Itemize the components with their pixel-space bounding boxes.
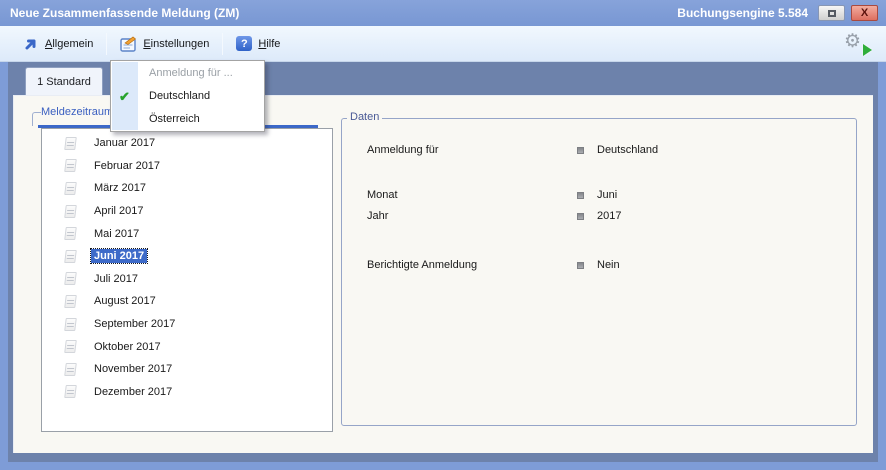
- allgemein-label: Allgemein: [45, 38, 93, 50]
- document-icon: [64, 318, 77, 331]
- settings-form-pencil-icon: [120, 36, 137, 52]
- toolbar-separator: [222, 33, 223, 55]
- toolbar: Allgemein Einstellungen ? Hilfe: [0, 26, 886, 62]
- groupbox-corner: [32, 112, 41, 126]
- document-icon: [64, 272, 77, 285]
- bullet-square-icon: [577, 192, 584, 199]
- list-item[interactable]: Mai 2017: [42, 222, 332, 245]
- document-icon: [64, 363, 77, 376]
- hilfe-button[interactable]: ? Hilfe: [227, 32, 289, 55]
- daten-groupbox: Daten Anmeldung für Deutschland Monat Ju…: [341, 118, 857, 426]
- document-icon: [64, 137, 77, 150]
- list-item[interactable]: März 2017: [42, 177, 332, 200]
- list-item[interactable]: Dezember 2017: [42, 381, 332, 404]
- list-item[interactable]: September 2017: [42, 313, 332, 336]
- list-item[interactable]: August 2017: [42, 290, 332, 313]
- list-item[interactable]: April 2017: [42, 200, 332, 223]
- restore-icon: [828, 10, 836, 17]
- einstellungen-button[interactable]: Einstellungen: [111, 32, 218, 56]
- document-icon: [64, 227, 77, 240]
- close-window-button[interactable]: X: [851, 5, 878, 21]
- einstellungen-dropdown-menu: Anmeldung für ... ✔ Deutschland Österrei…: [110, 60, 265, 132]
- document-icon: [64, 182, 77, 195]
- app-window: Neue Zusammenfassende Meldung (ZM) Buchu…: [0, 0, 886, 470]
- document-icon: [64, 250, 77, 263]
- list-item[interactable]: Februar 2017: [42, 155, 332, 178]
- close-icon: X: [861, 8, 868, 19]
- question-mark-icon: ?: [236, 36, 252, 51]
- tab-standard[interactable]: 1 Standard: [25, 67, 103, 95]
- title-bar: Neue Zusammenfassende Meldung (ZM) Buchu…: [0, 0, 886, 26]
- hilfe-label: Hilfe: [258, 38, 280, 50]
- document-icon: [64, 295, 77, 308]
- arrow-up-right-icon: [23, 36, 39, 52]
- run-gear-icon: ⚙: [844, 30, 861, 53]
- run-engine-button[interactable]: ⚙: [844, 30, 870, 56]
- field-jahr: Jahr 2017: [342, 209, 856, 225]
- meldezeitraum-title: Meldezeitraum: [41, 106, 113, 118]
- tab-label: 1 Standard: [37, 76, 91, 88]
- field-anmeldung-fuer: Anmeldung für Deutschland: [342, 143, 856, 159]
- list-item[interactable]: November 2017: [42, 358, 332, 381]
- field-berichtigte-anmeldung: Berichtigte Anmeldung Nein: [342, 258, 856, 274]
- document-icon: [64, 340, 77, 353]
- einstellungen-label: Einstellungen: [143, 38, 209, 50]
- list-item[interactable]: Januar 2017: [42, 132, 332, 155]
- list-item[interactable]: Juli 2017: [42, 268, 332, 291]
- toolbar-separator: [106, 33, 107, 55]
- bullet-square-icon: [577, 147, 584, 154]
- menu-item-oesterreich[interactable]: Österreich: [111, 108, 264, 131]
- document-icon: [64, 385, 77, 398]
- daten-title: Daten: [347, 111, 382, 123]
- bullet-square-icon: [577, 262, 584, 269]
- allgemein-button[interactable]: Allgemein: [14, 32, 102, 56]
- app-version-label: Buchungsengine 5.584: [677, 6, 808, 20]
- page-content: Meldezeitraum Januar 2017 Februar 2017 M…: [13, 95, 873, 453]
- menu-item-deutschland[interactable]: ✔ Deutschland: [111, 85, 264, 108]
- restore-window-button[interactable]: [818, 5, 845, 21]
- document-icon: [64, 205, 77, 218]
- green-arrow-icon: [863, 44, 872, 56]
- window-title: Neue Zusammenfassende Meldung (ZM): [10, 6, 239, 20]
- list-item-selected[interactable]: Juni 2017: [42, 245, 332, 268]
- list-item[interactable]: Oktober 2017: [42, 335, 332, 358]
- document-icon: [64, 159, 77, 172]
- bullet-square-icon: [577, 213, 584, 220]
- menu-item-anmeldung-fuer: Anmeldung für ...: [111, 62, 264, 85]
- field-monat: Monat Juni: [342, 188, 856, 204]
- checkmark-icon: ✔: [119, 85, 130, 108]
- month-list[interactable]: Januar 2017 Februar 2017 März 2017 April…: [41, 128, 333, 432]
